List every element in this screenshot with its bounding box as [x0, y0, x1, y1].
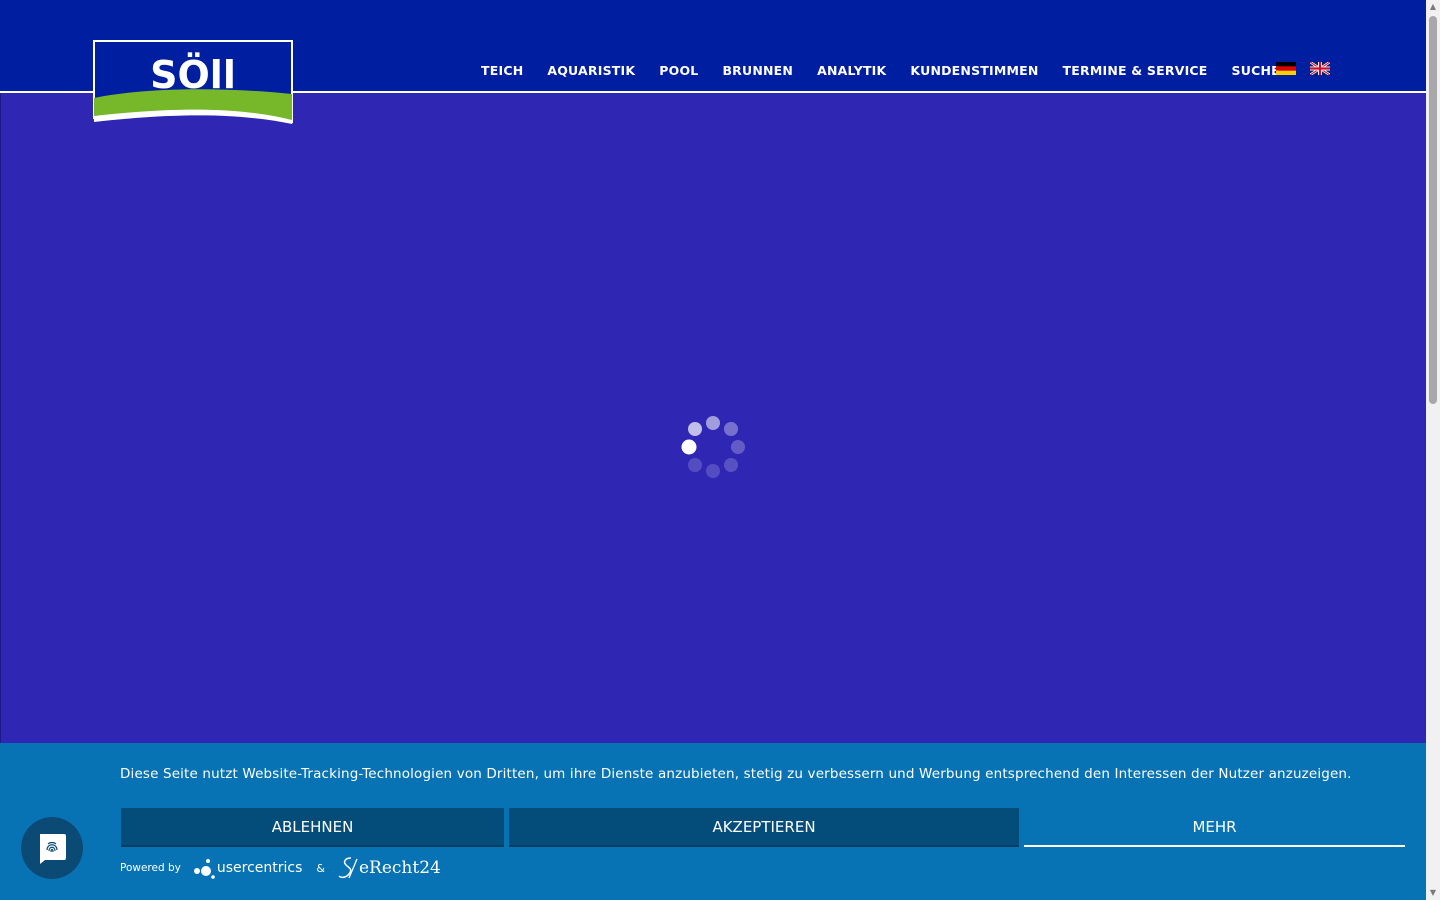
nav-item-brunnen[interactable]: BRUNNEN	[710, 63, 805, 78]
nav-item-pool[interactable]: POOL	[647, 63, 710, 78]
uk-flag-icon[interactable]	[1310, 62, 1330, 75]
main-navigation: TEICH AQUARISTIK POOL BRUNNEN ANALYTIK K…	[469, 58, 1292, 82]
erecht24-logo[interactable]: eRecht24	[337, 856, 441, 880]
privacy-settings-button[interactable]	[21, 817, 83, 879]
fingerprint-chat-icon	[40, 834, 66, 864]
ampersand: &	[316, 861, 325, 875]
powered-by-label: Powered by	[120, 862, 181, 874]
scrollbar-thumb[interactable]	[1429, 16, 1437, 404]
nav-item-kundenstimmen[interactable]: KUNDENSTIMMEN	[898, 63, 1050, 78]
viewport: TEICH AQUARISTIK POOL BRUNNEN ANALYTIK K…	[0, 0, 1440, 900]
cookie-consent-banner: Diese Seite nutzt Website-Tracking-Techn…	[0, 743, 1426, 900]
nav-item-termine-service[interactable]: TERMINE & SERVICE	[1051, 63, 1220, 78]
accept-button[interactable]: AKZEPTIEREN	[509, 808, 1019, 847]
soell-logo[interactable]: SÖll	[93, 40, 293, 126]
erecht24-name: eRecht24	[358, 858, 441, 878]
german-flag-icon[interactable]	[1276, 62, 1296, 75]
nav-item-aquaristik[interactable]: AQUARISTIK	[535, 63, 647, 78]
usercentrics-dots-icon	[193, 859, 215, 879]
nav-item-analytik[interactable]: ANALYTIK	[805, 63, 898, 78]
scroll-up-arrow-icon[interactable]: ▲	[1426, 0, 1440, 14]
page-scrollbar[interactable]: ▲ ▼	[1426, 0, 1440, 900]
usercentrics-name: usercentrics	[216, 860, 303, 876]
scroll-down-arrow-icon[interactable]: ▼	[1426, 886, 1440, 900]
main-content-loading	[0, 93, 1426, 743]
cookie-consent-text: Diese Seite nutzt Website-Tracking-Techn…	[120, 766, 1352, 782]
erecht24-paragraph-icon	[338, 857, 358, 879]
logo-text: SÖll	[150, 53, 236, 97]
nav-item-teich[interactable]: TEICH	[469, 63, 535, 78]
loading-spinner-icon	[681, 416, 745, 478]
more-button[interactable]: MEHR	[1024, 808, 1405, 847]
deny-button[interactable]: ABLEHNEN	[121, 808, 504, 847]
usercentrics-logo[interactable]: usercentrics	[193, 857, 303, 879]
powered-by-row: Powered by usercentrics & eRecht24	[120, 856, 441, 880]
language-switcher	[1276, 62, 1330, 75]
